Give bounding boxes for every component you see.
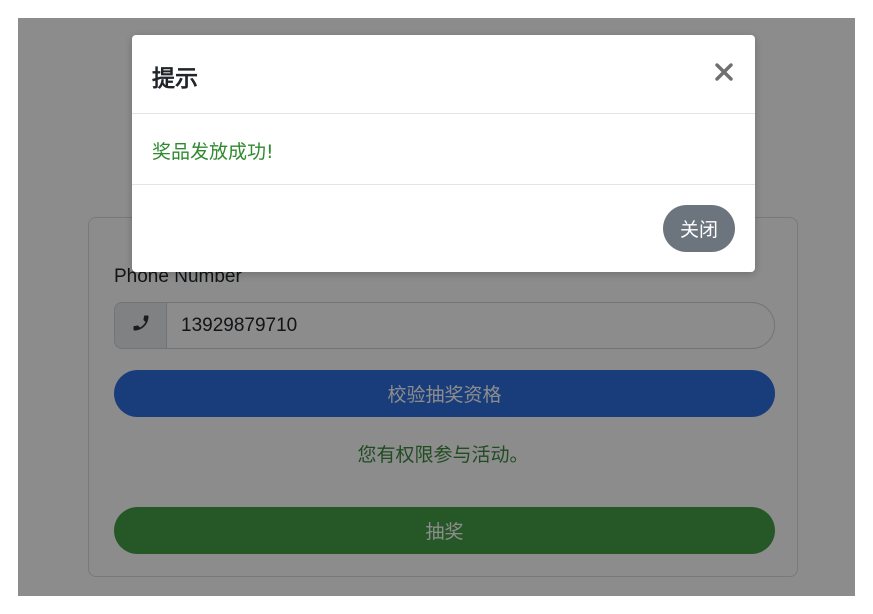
result-modal: 提示 奖品发放成功! 关闭	[132, 35, 755, 272]
prize-success-message: 奖品发放成功!	[152, 141, 274, 163]
close-icon[interactable]	[711, 59, 737, 85]
modal-header: 提示	[132, 35, 755, 114]
modal-footer: 关闭	[132, 185, 755, 272]
modal-body: 奖品发放成功!	[132, 114, 755, 185]
modal-close-button[interactable]: 关闭	[663, 205, 735, 252]
modal-title: 提示	[152, 66, 198, 92]
app-screen: Phone Number 校验抽奖资格 您有权限参与活动。 抽奖 提示	[18, 18, 855, 596]
